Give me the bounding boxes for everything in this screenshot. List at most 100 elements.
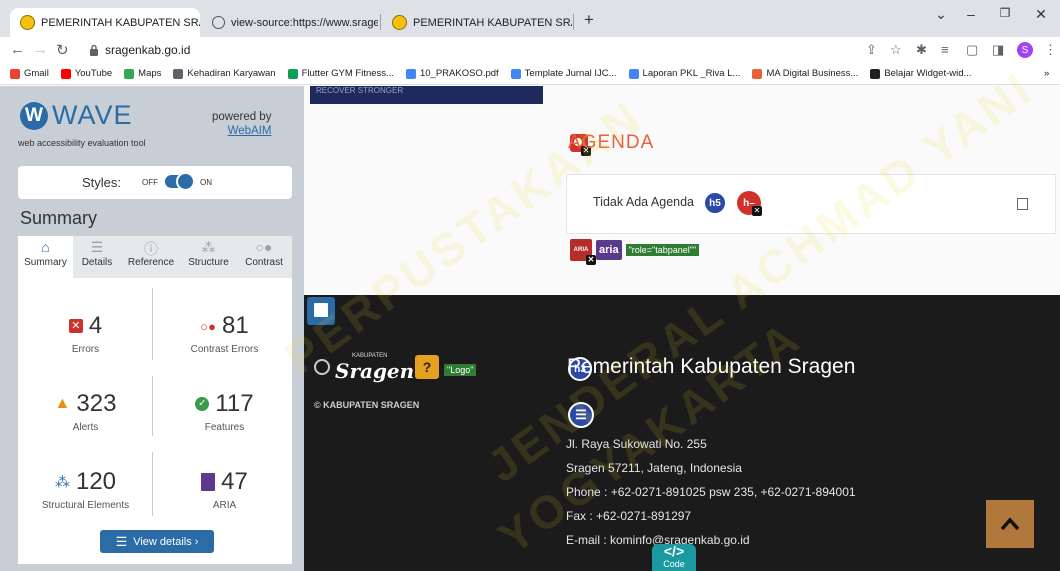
h5-heading-icon[interactable]: h5	[703, 191, 727, 215]
bookmark-item[interactable]: Flutter GYM Fitness...	[287, 68, 394, 79]
banner-image: RECOVER STRONGER	[310, 86, 543, 104]
wave-logo-text: WAVE	[52, 100, 133, 130]
tab-search-dropdown-icon[interactable]: ⌄	[926, 6, 956, 23]
globe-favicon-icon	[212, 16, 225, 29]
wave-tagline: web accessibility evaluation tool	[18, 138, 146, 148]
tab-title: PEMERINTAH KABUPATEN SRAGI	[413, 16, 572, 29]
bookmark-item[interactable]: 10_PRAKOSO.pdf	[405, 68, 499, 79]
banner-text: RECOVER STRONGER	[316, 86, 404, 95]
bookmark-item[interactable]: Laporan PKL _Riva L...	[628, 68, 741, 79]
list-structure-icon[interactable]: ☰	[568, 402, 594, 428]
errors-count: 4	[88, 312, 103, 339]
wave-logo-icon: W	[20, 102, 48, 130]
no-agenda-text: Tidak Ada Agenda	[593, 195, 695, 209]
structure-icon: ⁂	[201, 239, 216, 255]
back-arrow-icon[interactable]: ←	[10, 41, 25, 58]
tabpanel-role-tag: "role="tabpanel""	[625, 244, 700, 256]
tab-label: Contrast	[245, 257, 283, 268]
scroll-to-top-button[interactable]	[986, 500, 1034, 548]
bookmark-star-icon[interactable]: ☆	[890, 42, 902, 58]
alert-question-icon[interactable]: ?	[415, 355, 439, 379]
wave-region-icon[interactable]	[307, 297, 335, 325]
share-icon[interactable]: ⇪	[866, 42, 877, 58]
bookmark-icon	[10, 68, 20, 79]
tab-details[interactable]: ☰ Details	[73, 236, 121, 278]
errors-label: Errors	[71, 344, 100, 355]
powered-by-label: powered by	[212, 111, 272, 123]
city-text: Sragen 57211, Jateng, Indonesia	[566, 461, 742, 475]
bookmark-label: Laporan PKL _Riva L...	[642, 68, 741, 79]
bookmark-label: Template Jurnal IJC...	[524, 68, 617, 79]
contrast-error-icon: ○●	[200, 318, 216, 334]
maximize-button[interactable]: ❐	[990, 6, 1020, 20]
reload-icon[interactable]: ↻	[56, 41, 69, 59]
features-count: 117	[215, 390, 254, 417]
bookmark-item[interactable]: Template Jurnal IJC...	[510, 68, 617, 79]
bookmark-label: Kehadiran Karyawan	[187, 68, 276, 79]
alerts-label: Alerts	[72, 422, 99, 433]
bookmark-item[interactable]: Maps	[124, 68, 161, 79]
page-footer: KABUPATEN Sragen ? "Logo" © KABUPATEN SR…	[304, 295, 1060, 571]
tab-contrast[interactable]: ○● Contrast	[236, 236, 292, 278]
close-window-button[interactable]: ✕	[1026, 6, 1056, 23]
code-button[interactable]: </> Code	[652, 544, 696, 571]
bookmark-item[interactable]: YouTube	[60, 68, 112, 79]
aria-error-icon[interactable]: ARIA ✕	[570, 239, 596, 265]
side-panel-icon[interactable]: ▢	[966, 42, 978, 58]
errors-stat[interactable]: ✕ 4 Errors	[18, 312, 153, 355]
bookmark-item[interactable]: Gmail	[10, 68, 49, 79]
bookmarks-bar: Gmail YouTube Maps Kehadiran Karyawan Flutte…	[0, 63, 1060, 85]
sragen-favicon-icon	[392, 15, 407, 30]
new-tab-button[interactable]: +	[584, 10, 594, 30]
aria-icon[interactable]: aria	[596, 240, 622, 260]
wave-tabs: ⌂ Summary ☰ Details ⓘ Reference ⁂ Struct…	[18, 236, 292, 278]
tab-sragen-1[interactable]: PEMERINTAH KABUPATEN SRAGI ×	[10, 8, 200, 37]
page-content: RECOVER STRONGER ✕ AGENDA Tidak Ada Agen…	[304, 86, 1060, 295]
error-icon: ✕	[68, 319, 83, 333]
profile-avatar[interactable]: S	[1017, 42, 1033, 58]
phone-text: Phone : +62-0271-891025 psw 235, +62-027…	[566, 485, 856, 499]
checkbox-icon[interactable]	[1017, 198, 1028, 210]
aria-count: 47	[221, 468, 248, 495]
home-icon: ⌂	[41, 239, 50, 255]
fax-text: Fax : +62-0271-891297	[566, 509, 692, 523]
bookmark-item[interactable]: Kehadiran Karyawan	[173, 68, 276, 79]
reading-list-icon[interactable]: ≡	[941, 42, 949, 57]
styles-toggle-knob[interactable]	[176, 172, 195, 191]
alerts-stat[interactable]: ▲ 323 Alerts	[18, 390, 153, 433]
tab-view-source[interactable]: view-source:https://www.sragenk ×	[202, 8, 378, 37]
url-text: sragenkab.go.id	[105, 43, 191, 57]
bookmark-item[interactable]: Belajar Widget-wid...	[870, 68, 971, 79]
structural-stat[interactable]: ⁂ 120 Structural Elements	[18, 468, 153, 511]
contrast-errors-count: 81	[222, 312, 249, 339]
tab-summary[interactable]: ⌂ Summary	[18, 236, 73, 278]
code-label: Code	[663, 559, 685, 569]
bookmark-icon	[405, 68, 416, 79]
omnibox[interactable]: sragenkab.go.id	[89, 39, 851, 61]
tab-divider	[380, 14, 381, 30]
aria-stat[interactable]: 47 ARIA	[157, 468, 292, 511]
tab-label: Structure	[188, 257, 229, 268]
contrast-errors-stat[interactable]: ○● 81 Contrast Errors	[157, 312, 292, 355]
panel-icon[interactable]: ◨	[992, 42, 1004, 58]
forward-arrow-icon[interactable]: →	[33, 41, 48, 58]
aria-icon	[201, 473, 216, 491]
menu-kebab-icon[interactable]: ⋮	[1044, 42, 1057, 58]
tab-structure[interactable]: ⁂ Structure	[181, 236, 236, 278]
minimize-button[interactable]: –	[956, 6, 986, 22]
view-details-button[interactable]: ☰ View details ›	[100, 530, 214, 553]
features-stat[interactable]: ✓ 117 Features	[157, 390, 292, 433]
bookmarks-overflow-icon[interactable]: »	[1044, 68, 1049, 79]
structural-count: 120	[75, 468, 117, 495]
tab-reference[interactable]: ⓘ Reference	[121, 236, 181, 278]
tab-sragen-2[interactable]: PEMERINTAH KABUPATEN SRAGI ×	[382, 8, 572, 37]
logo-alt-tag: "Logo"	[444, 364, 477, 376]
agenda-box: Tidak Ada Agenda h5 h– ✕	[566, 174, 1056, 234]
list-icon: ☰	[90, 239, 104, 255]
extensions-puzzle-icon[interactable]: ✱	[916, 42, 927, 58]
webaim-link[interactable]: WebAIM	[228, 125, 272, 137]
bookmark-item[interactable]: MA Digital Business...	[752, 68, 858, 79]
bookmark-icon	[870, 68, 881, 79]
address-text: Jl. Raya Sukowati No. 255	[566, 437, 707, 451]
alert-icon: ▲	[54, 395, 71, 412]
